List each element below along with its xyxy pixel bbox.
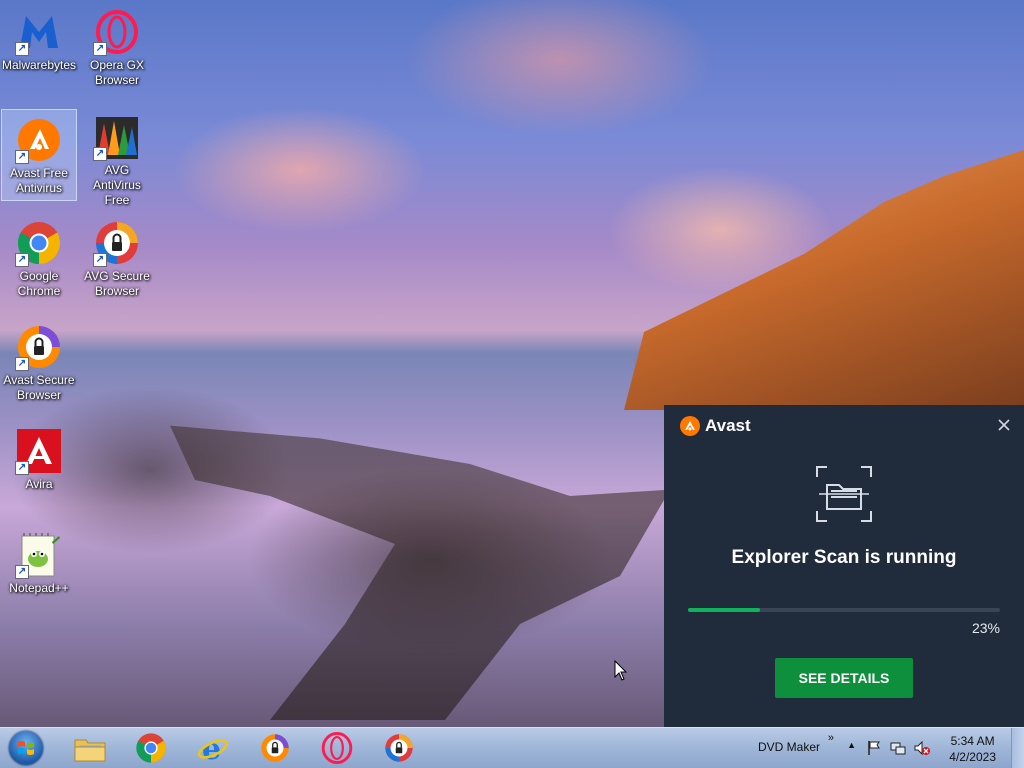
system-tray: DVD Maker » ▲ 5:34 AM 4/2/2023 [744,728,1024,768]
taskbar-opera-gx[interactable] [309,730,365,766]
avast-logo-icon [680,416,700,436]
show-desktop-button[interactable] [1011,728,1024,768]
close-icon[interactable] [996,417,1012,433]
start-button[interactable] [4,730,48,766]
desktop-icon-avast-free-antivirus[interactable]: ↗ Avast Free Antivirus [1,109,77,201]
folder-scan-icon [815,465,873,523]
windows-logo-icon [9,731,43,765]
clock[interactable]: 5:34 AM 4/2/2023 [949,733,996,765]
scan-progress-label: 23% [971,620,1000,636]
taskbar-internet-explorer[interactable]: e [185,730,241,766]
taskbar: e DVD Maker » ▲ 5:34 AM 4/2/2023 [0,727,1024,768]
scan-progress-bar [688,608,1000,612]
chrome-icon: ↗ [15,219,63,267]
scan-title: Explorer Scan is running [731,547,957,568]
clock-time: 5:34 AM [950,734,995,748]
avira-icon: ↗ [15,427,63,475]
taskbar-google-chrome[interactable] [123,730,179,766]
mouse-cursor-icon [614,659,628,682]
toolbar-chevron-icon[interactable]: » [828,732,834,744]
dvd-maker-toolbar[interactable]: DVD Maker [758,740,820,754]
avast-brand-label: Avast [705,416,751,435]
taskbar-windows-explorer[interactable] [62,730,118,766]
wallpaper-rocks [170,425,670,720]
desktop-icon-opera-gx[interactable]: ↗ Opera GX Browser [79,2,155,94]
taskbar-avg-secure-browser[interactable] [371,730,427,766]
internet-explorer-icon: e [197,732,229,764]
action-center-flag-icon[interactable] [866,740,882,756]
avast-secure-browser-icon [261,734,289,762]
desktop-icon-avast-secure-browser[interactable]: ↗ Avast Secure Browser [1,317,77,409]
desktop-icon-malwarebytes[interactable]: ↗ Malwarebytes [1,2,77,94]
folder-icon [74,739,106,762]
opera-gx-icon [321,732,353,764]
avast-brand: Avast [680,416,751,436]
taskbar-avast-secure-browser[interactable] [247,730,303,766]
desktop-icon-notepad-plus-plus[interactable]: ↗ Notepad++ [1,525,77,617]
scan-progress-fill [688,608,760,612]
avast-secure-browser-icon: ↗ [15,323,63,371]
avg-icon: ↗ [93,115,141,161]
desktop-icon-avg-antivirus[interactable]: ↗ AVG AntiVirus Free [79,109,155,207]
wallpaper-cliff [624,150,1024,410]
notepad-plus-plus-icon: ↗ [15,531,63,579]
avast-icon: ↗ [15,116,63,164]
show-hidden-icons-icon[interactable]: ▲ [847,740,856,750]
chrome-icon [136,733,166,763]
avg-secure-browser-icon [385,734,413,762]
avast-notification-popup: Avast Explorer Scan is running 23% SEE D… [664,405,1024,728]
desktop-icon-google-chrome[interactable]: ↗ Google Chrome [1,213,77,305]
avg-secure-browser-icon: ↗ [93,219,141,267]
desktop-icon-avg-secure-browser[interactable]: ↗ AVG Secure Browser [79,213,155,305]
desktop-icon-avira[interactable]: ↗ Avira [1,421,77,513]
clock-date: 4/2/2023 [949,750,996,764]
network-icon[interactable] [890,740,906,756]
malwarebytes-icon: ↗ [15,8,63,56]
opera-gx-icon: ↗ [93,8,141,56]
volume-muted-icon[interactable] [914,740,930,756]
see-details-button[interactable]: SEE DETAILS [775,658,913,698]
